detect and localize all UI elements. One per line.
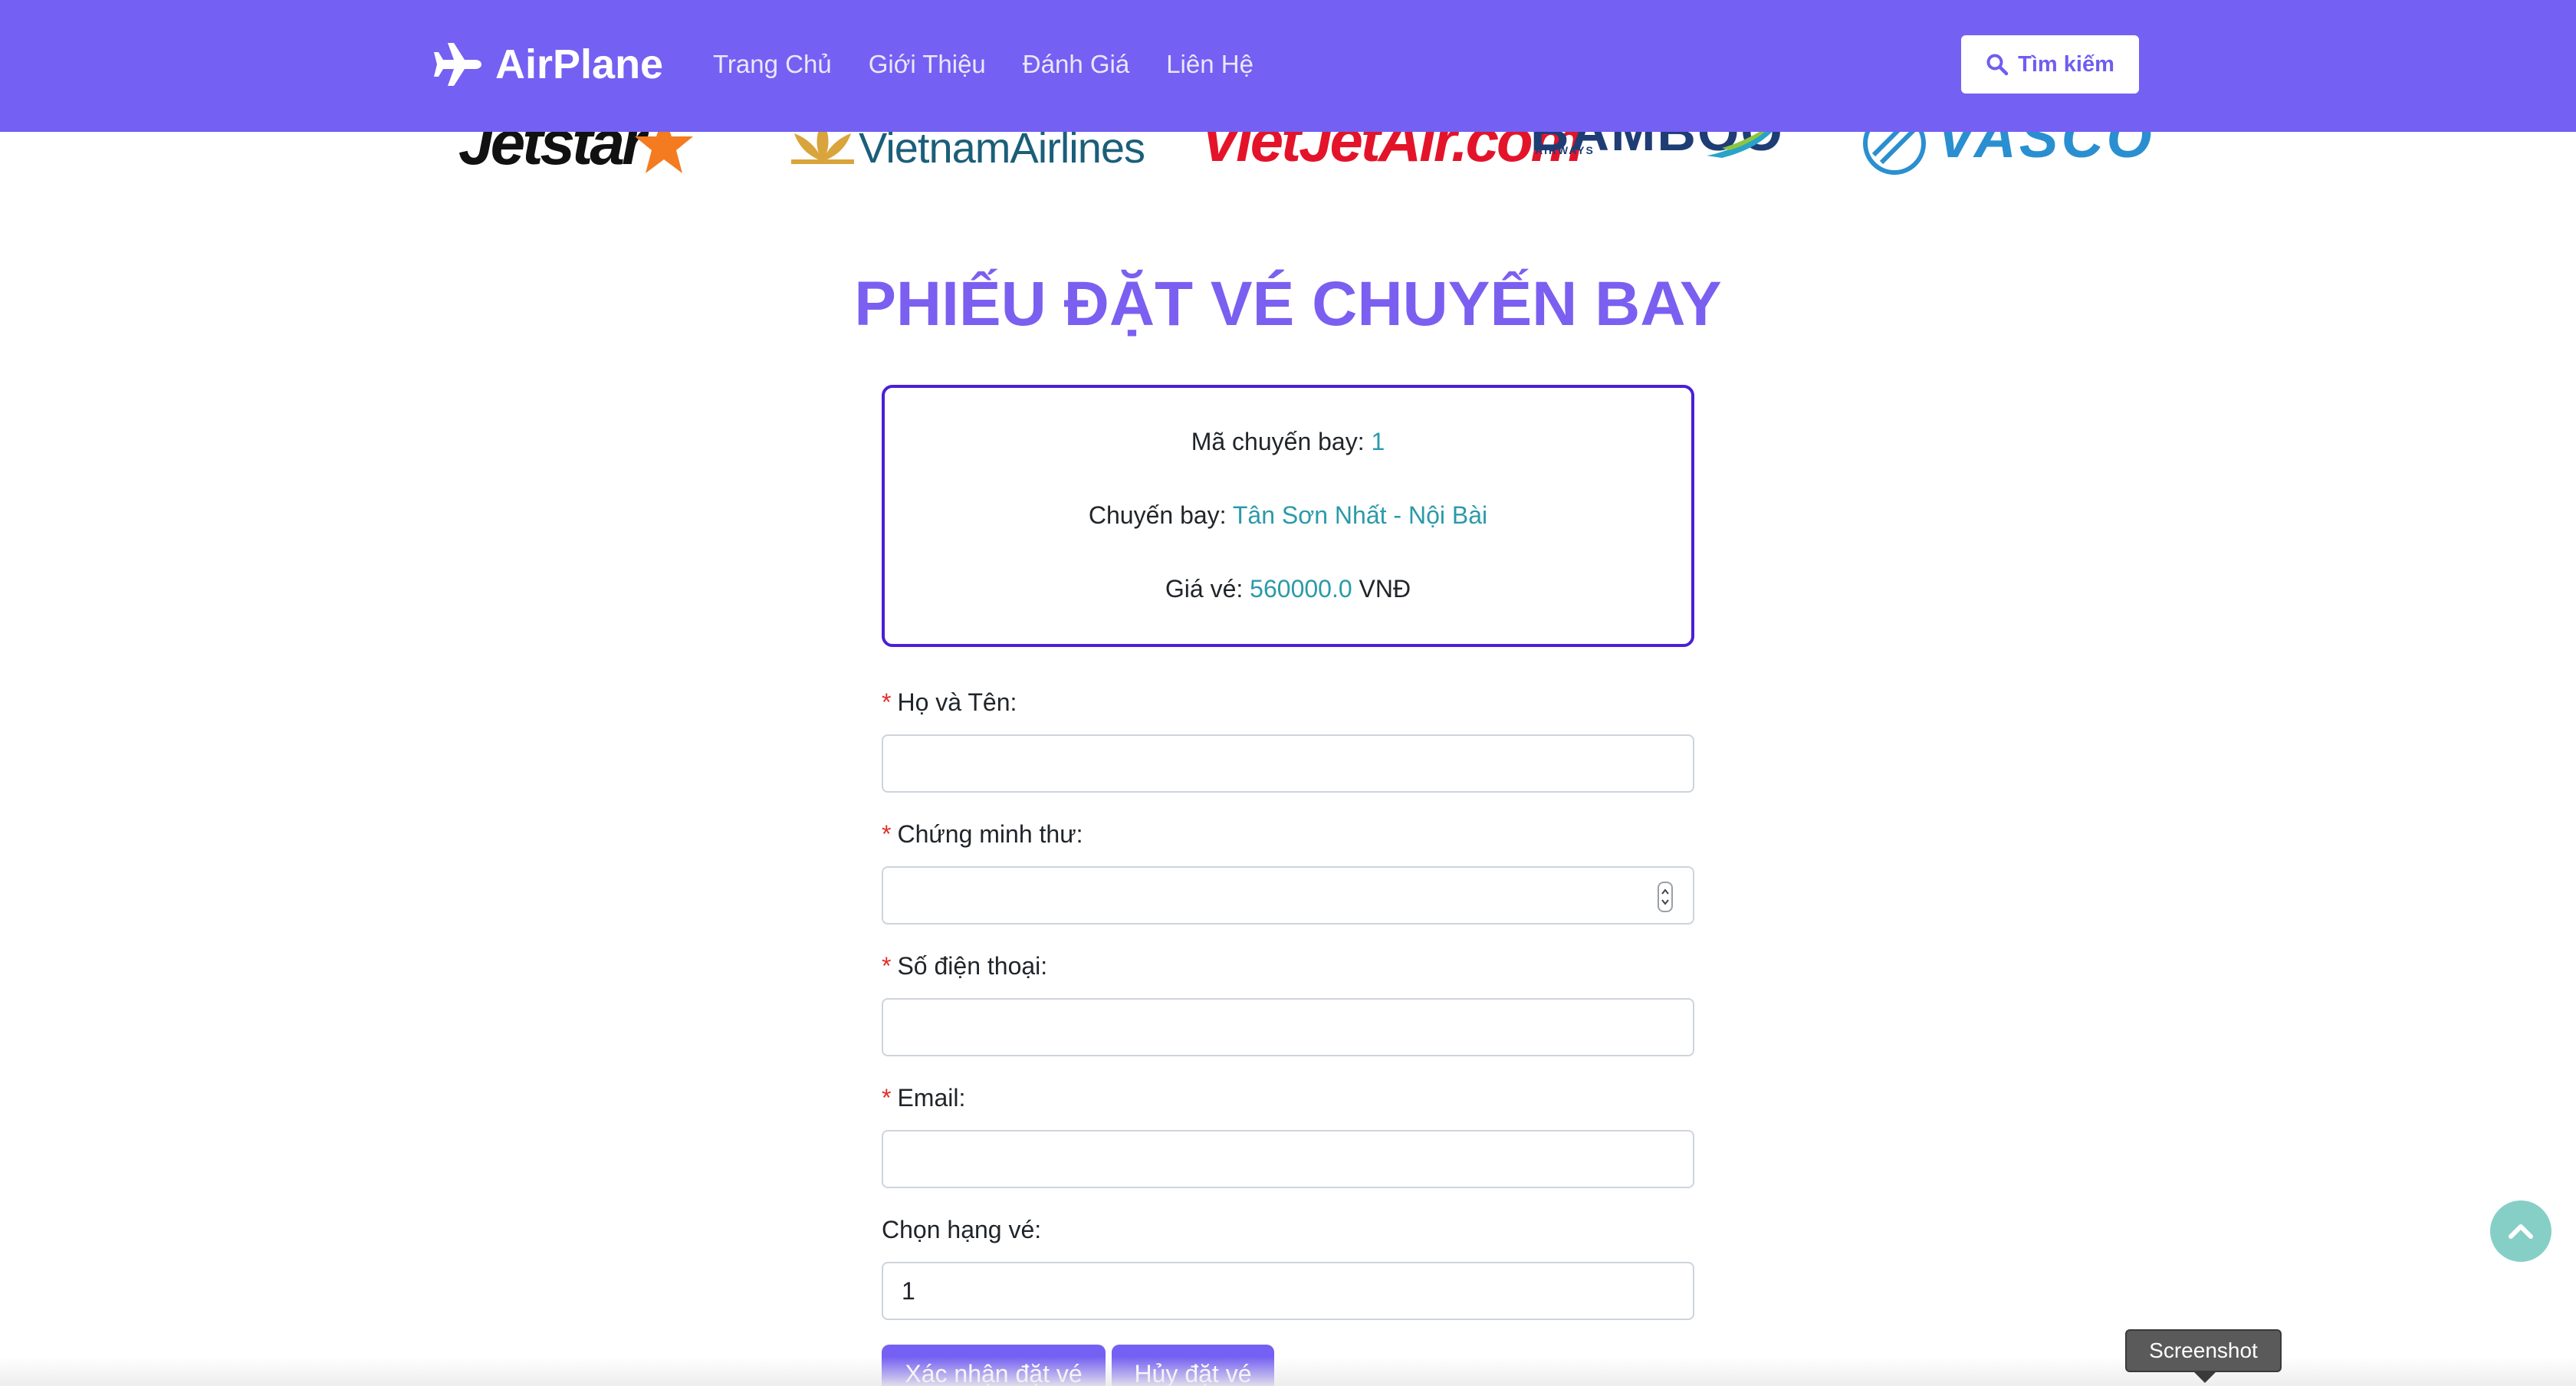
confirm-booking-button[interactable]: Xác nhận đặt vé: [882, 1345, 1106, 1386]
chevron-up-icon: [2509, 1224, 2533, 1239]
email-input[interactable]: [882, 1130, 1694, 1188]
price-value: 560000.0: [1250, 575, 1352, 603]
email-label-text: Email:: [897, 1084, 966, 1112]
screenshot-tooltip: Screenshot: [2125, 1329, 2282, 1372]
flight-code-value: 1: [1371, 428, 1385, 455]
nav-link-home[interactable]: Trang Chủ: [713, 50, 832, 79]
flight-code-label: Mã chuyến bay:: [1191, 428, 1372, 455]
name-label-text: Họ và Tên:: [897, 688, 1017, 716]
required-mark: *: [882, 688, 892, 716]
name-label: * Họ và Tên:: [882, 688, 1017, 717]
name-input[interactable]: [882, 734, 1694, 793]
ticket-class-label-text: Chọn hạng vé:: [882, 1216, 1042, 1243]
email-label: * Email:: [882, 1084, 965, 1112]
id-card-input[interactable]: [882, 866, 1694, 925]
main-nav: Trang Chủ Giới Thiệu Đánh Giá Liên Hệ: [713, 43, 1290, 86]
number-spinner[interactable]: [1658, 882, 1673, 912]
brand-name: AirPlane: [495, 41, 664, 87]
route-line: Chuyến bay: Tân Sơn Nhất - Nội Bài: [885, 501, 1691, 530]
page-title: PHIẾU ĐẶT VÉ CHUYẾN BAY: [854, 269, 1722, 339]
phone-label-text: Số điện thoại:: [897, 952, 1048, 980]
ticket-class-input-value: 1: [902, 1276, 915, 1305]
navbar: AirPlane Trang Chủ Giới Thiệu Đánh Giá L…: [0, 0, 2576, 132]
brand-link[interactable]: AirPlane: [434, 34, 663, 95]
price-label: Giá vé:: [1165, 575, 1250, 603]
route-value: Tân Sơn Nhất - Nội Bài: [1232, 501, 1488, 529]
scroll-to-top-button[interactable]: [2490, 1200, 2551, 1262]
airplane-icon: [434, 43, 481, 86]
price-line: Giá vé: 560000.0 VNĐ: [885, 575, 1691, 603]
bamboo-logo-subtext: AIRWAYS: [1535, 144, 1595, 156]
spinner-arrows-icon: [1661, 888, 1669, 905]
ticket-class-label: Chọn hạng vé:: [882, 1216, 1041, 1244]
id-card-label-text: Chứng minh thư:: [897, 820, 1083, 848]
search-button[interactable]: Tìm kiếm: [1961, 35, 2139, 94]
search-button-label: Tìm kiếm: [2018, 51, 2114, 77]
ticket-class-input[interactable]: 1: [882, 1262, 1694, 1320]
required-mark: *: [882, 820, 892, 848]
search-icon: [1986, 54, 2009, 76]
nav-link-reviews[interactable]: Đánh Giá: [1023, 50, 1129, 79]
id-card-label: * Chứng minh thư:: [882, 820, 1083, 849]
phone-label: * Số điện thoại:: [882, 952, 1047, 980]
flight-code-line: Mã chuyến bay: 1: [885, 428, 1691, 456]
page: Jetstar VietnamAirlines VietJetAir.com B…: [0, 0, 2576, 1386]
phone-input[interactable]: [882, 998, 1694, 1056]
nav-link-contact[interactable]: Liên Hệ: [1166, 50, 1254, 79]
flight-info-box: Mã chuyến bay: 1 Chuyến bay: Tân Sơn Nhấ…: [882, 385, 1694, 647]
required-mark: *: [882, 1084, 892, 1112]
required-mark: *: [882, 952, 892, 980]
route-label: Chuyến bay:: [1088, 501, 1233, 529]
cancel-booking-button[interactable]: Hủy đặt vé: [1112, 1345, 1274, 1386]
tooltip-arrow: [2194, 1372, 2216, 1383]
nav-link-about[interactable]: Giới Thiệu: [869, 50, 986, 79]
price-currency: VNĐ: [1352, 575, 1411, 603]
